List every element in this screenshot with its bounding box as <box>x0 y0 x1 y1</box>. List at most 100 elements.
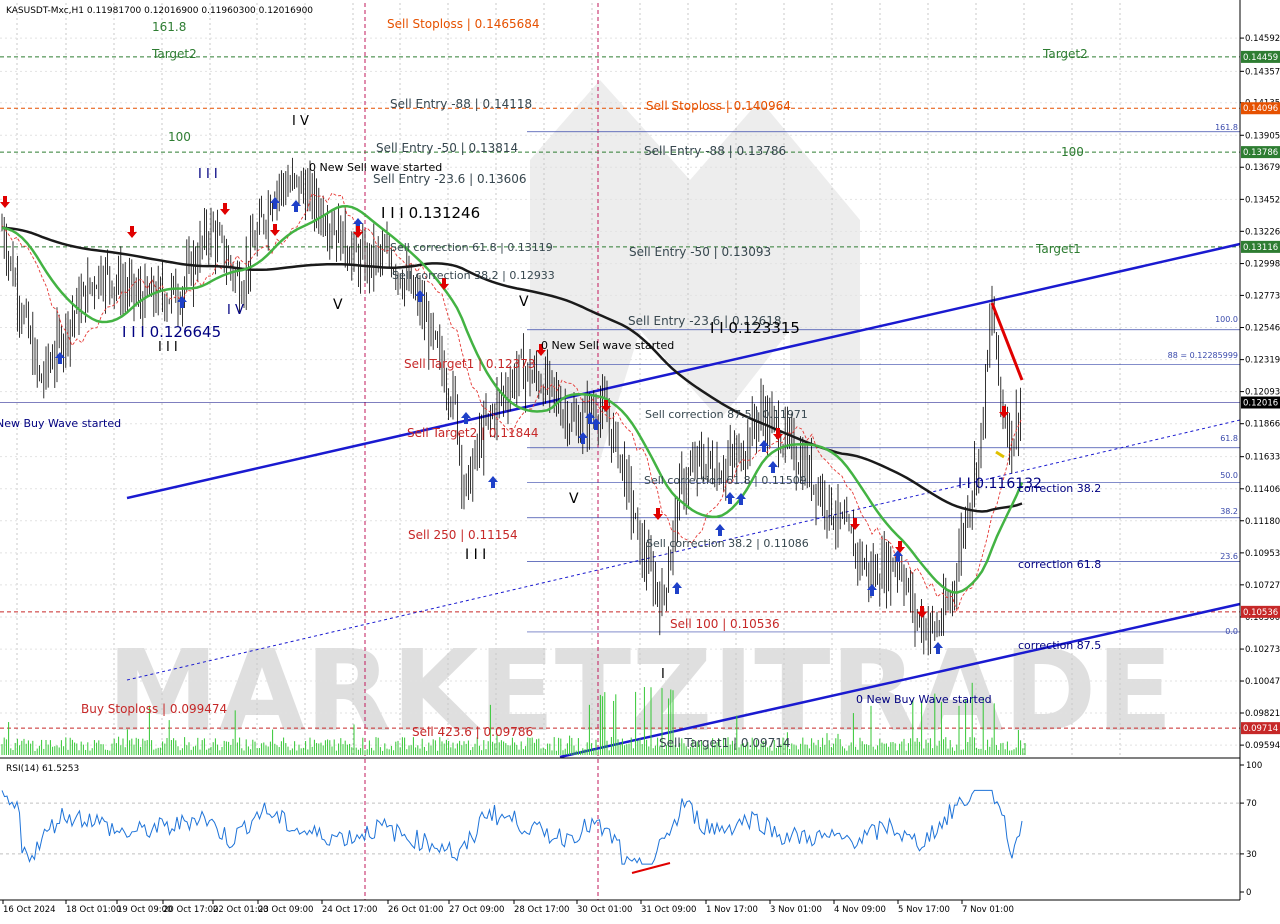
time-tick-label: 4 Nov 09:00 <box>834 905 886 915</box>
price-tick-label: 0.11180 <box>1245 517 1280 527</box>
price-tick-label: 0.11406 <box>1245 485 1280 495</box>
time-tick-label: 5 Nov 17:00 <box>898 905 950 915</box>
chart-annotation: Sell Target1 | 0.12373 <box>404 357 536 371</box>
chart-annotation: 100 <box>1061 145 1084 159</box>
chart-annotation: Sell Entry -23.6 | 0.13606 <box>373 172 527 186</box>
price-tick-label: 0.10727 <box>1245 581 1280 591</box>
chart-annotation: V <box>333 297 343 313</box>
rsi-tick-label: 30 <box>1246 850 1257 860</box>
chart-annotation: Sell Entry -88 | 0.14118 <box>390 97 532 111</box>
chart-annotation: Sell correction 38.2 | 0.12933 <box>392 269 555 282</box>
chart-annotation: I I I <box>158 340 178 355</box>
chart-annotation: Sell correction 38.2 | 0.11086 <box>646 537 809 550</box>
rsi-tick-label: 100 <box>1246 761 1262 771</box>
chart: MARKETZITRADE 161.8 Target2 Sell Stoploss … <box>0 0 1280 920</box>
price-tick-label: 0.09821 <box>1245 709 1280 719</box>
price-badge-label: 0.13786 <box>1243 148 1278 158</box>
chart-annotation: Sell correction 61.8 | 0.11509 <box>644 474 807 487</box>
rsi-line <box>1 789 1023 865</box>
price-badge-label: 0.14459 <box>1243 53 1278 63</box>
chart-annotation: Buy Stoploss | 0.099474 <box>81 702 227 716</box>
chart-annotation: Sell Entry -50 | 0.13814 <box>376 141 518 155</box>
chart-annotation: 0 New Sell wave started <box>309 161 442 174</box>
price-tick-label: 0.13679 <box>1245 163 1280 173</box>
chart-annotation: V <box>569 491 579 507</box>
fib-level-label: 38.2 <box>1220 507 1238 516</box>
fib-level-label: 161.8 <box>1215 123 1238 132</box>
chart-annotation: correction 61.8 <box>1018 558 1101 571</box>
price-badge-label: 0.09714 <box>1243 724 1278 734</box>
chart-annotation: correction 87.5 <box>1018 639 1101 652</box>
chart-annotation: Target2 <box>1042 47 1088 61</box>
chart-annotation: correction 38.2 <box>1018 482 1101 495</box>
chart-annotation: Sell 423.6 | 0.09786 <box>412 725 533 739</box>
time-tick-label: 20 Oct 17:00 <box>163 905 218 915</box>
chart-annotation: I I I <box>198 167 218 182</box>
fib-level-label: 50.0 <box>1220 471 1238 480</box>
chart-annotation: Sell Stoploss | 0.1465684 <box>387 17 540 31</box>
rsi-tick-label: 70 <box>1246 799 1257 809</box>
price-tick-label: 0.14357 <box>1245 67 1280 77</box>
chart-annotation: I I 0.123315 <box>710 319 800 337</box>
chart-annotation: Sell 250 | 0.11154 <box>408 528 518 542</box>
price-tick-label: 0.12093 <box>1245 388 1280 398</box>
chart-annotation: Sell Entry -88 | 0.13786 <box>644 144 786 158</box>
chart-annotation: 100 <box>168 130 191 144</box>
price-tick-label: 0.10953 <box>1245 549 1280 559</box>
chart-annotation: I <box>661 667 665 682</box>
fib-level-label: 23.6 <box>1220 552 1238 561</box>
fib-level-label: 61.8 <box>1220 434 1238 443</box>
chart-annotation: Sell 100 | 0.10536 <box>670 617 780 631</box>
price-badge-label: 0.13116 <box>1243 243 1278 253</box>
fib-level-label: 0.0 <box>1225 627 1238 636</box>
time-tick-label: 3 Nov 01:00 <box>770 905 822 915</box>
time-tick-label: 30 Oct 01:00 <box>577 905 632 915</box>
price-tick-label: 0.10047 <box>1245 677 1280 687</box>
rsi-label: RSI(14) 61.5253 <box>6 764 79 774</box>
price-tick-label: 0.12319 <box>1245 356 1280 366</box>
price-tick-label: 0.12546 <box>1245 324 1280 334</box>
chart-annotation: Sell Target1 | 0.09714 <box>659 736 791 750</box>
time-tick-label: 31 Oct 09:00 <box>641 905 696 915</box>
fib-level-label: 88 = 0.12285999 <box>1168 351 1238 360</box>
price-tick-label: 0.13905 <box>1245 131 1280 141</box>
chart-annotation: Sell Entry -50 | 0.13093 <box>629 245 771 259</box>
price-badge-label: 0.14096 <box>1243 104 1278 114</box>
time-tick-label: 1 Nov 17:00 <box>706 905 758 915</box>
time-tick-label: 27 Oct 09:00 <box>449 905 504 915</box>
time-tick-label: 24 Oct 17:00 <box>322 905 377 915</box>
chart-annotation: 161.8 <box>152 20 186 34</box>
time-tick-label: 7 Nov 01:00 <box>962 905 1014 915</box>
chart-annotation: Sell correction 61.8 | 0.13119 <box>390 241 553 254</box>
price-badge-label: 0.12016 <box>1243 398 1278 408</box>
price-tick-label: 0.09594 <box>1245 741 1280 751</box>
chart-annotation: Target2 <box>151 47 197 61</box>
chart-annotation: Target1 <box>1035 242 1081 256</box>
time-tick-label: 28 Oct 17:00 <box>514 905 569 915</box>
chart-annotation: New Buy Wave started <box>0 417 121 430</box>
price-tick-label: 0.11866 <box>1245 420 1280 430</box>
price-tick-label: 0.11633 <box>1245 453 1280 463</box>
chart-annotation: I I I 0.131246 <box>381 204 480 222</box>
price-tick-label: 0.12998 <box>1245 260 1280 270</box>
time-tick-label: 26 Oct 01:00 <box>388 905 443 915</box>
price-tick-label: 0.14592 <box>1245 34 1280 44</box>
rsi-tick-label: 0 <box>1246 888 1251 898</box>
price-tick-label: 0.13226 <box>1245 227 1280 237</box>
chart-annotation: I I I <box>465 547 486 563</box>
price-tick-label: 0.13452 <box>1245 195 1280 205</box>
price-tick-label: 0.12773 <box>1245 291 1280 301</box>
symbol-info: KASUSDT-Mxc,H1 0.11981700 0.12016900 0.1… <box>6 6 313 16</box>
price-tick-label: 0.10273 <box>1245 645 1280 655</box>
time-tick-label: 16 Oct 2024 <box>3 905 56 915</box>
fib-level-label: 100.0 <box>1215 315 1238 324</box>
chart-annotation: I V <box>227 303 244 318</box>
chart-annotation: Sell Target2 | 0.11844 <box>407 426 539 440</box>
chart-annotation: V <box>519 294 529 310</box>
time-tick-label: 18 Oct 01:00 <box>66 905 121 915</box>
price-badge-label: 0.10536 <box>1243 608 1278 618</box>
chart-annotation: 0 New Sell wave started <box>541 339 674 352</box>
chart-annotation: I I I 0.126645 <box>122 323 221 341</box>
time-tick-label: 23 Oct 09:00 <box>258 905 313 915</box>
chart-annotation: Sell correction 87.5 | 0.11971 <box>645 408 808 421</box>
